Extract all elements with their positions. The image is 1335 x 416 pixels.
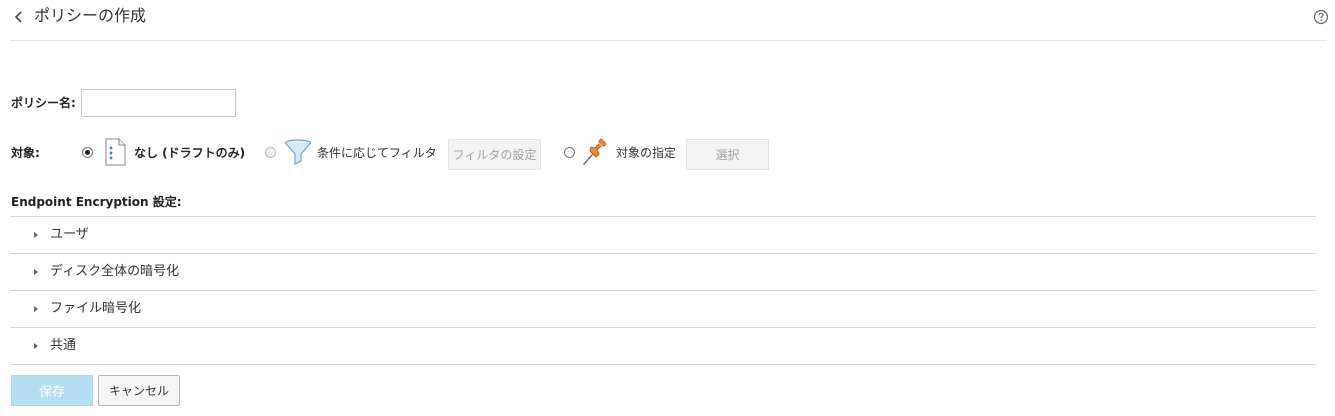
target-none-radio[interactable] [82,147,93,158]
accordion-bottom-divider [10,364,1316,365]
section-label: 共通 [50,338,77,353]
section-common[interactable]: 共通 [10,327,1316,364]
save-button[interactable]: 保存 [11,375,93,406]
section-label: ファイル暗号化 [50,301,142,316]
header-divider [10,40,1327,41]
funnel-icon [284,139,312,165]
cancel-button[interactable]: キャンセル [98,375,180,406]
policy-name-label: ポリシー名: [11,96,76,110]
help-icon [1313,9,1329,25]
pushpin-icon [583,138,607,165]
caret-right-icon [34,232,38,238]
target-filter-radio[interactable] [265,147,276,158]
section-user[interactable]: ユーザ [10,216,1316,253]
select-button[interactable]: 選択 [686,139,769,170]
target-filter-label: 条件に応じてフィルタ [317,146,437,160]
help-button[interactable] [1313,9,1329,25]
filter-settings-button[interactable]: フィルタの設定 [448,139,541,170]
page-title: ポリシーの作成 [34,6,147,25]
caret-right-icon [34,306,38,312]
page-header: ポリシーの作成 [0,0,1335,41]
section-full-disk-encryption[interactable]: ディスク全体の暗号化 [10,253,1316,290]
section-label: ユーザ [50,227,89,242]
policy-name-input[interactable] [81,89,236,117]
caret-right-icon [34,343,38,349]
section-label: ディスク全体の暗号化 [50,264,180,279]
back-button[interactable] [10,6,28,28]
caret-right-icon [34,269,38,275]
create-policy-page: ポリシーの作成 ポリシー名: 対象: なし (ドラフトのみ) 条件に応じてフィル… [0,0,1335,416]
chevron-left-icon [14,11,22,23]
document-icon [105,138,126,166]
target-specify-label: 対象の指定 [616,146,677,160]
target-specify-radio[interactable] [564,147,575,158]
target-none-label: なし (ドラフトのみ) [134,146,246,160]
section-file-encryption[interactable]: ファイル暗号化 [10,290,1316,327]
settings-heading: Endpoint Encryption 設定: [11,195,182,209]
target-label: 対象: [11,146,40,160]
